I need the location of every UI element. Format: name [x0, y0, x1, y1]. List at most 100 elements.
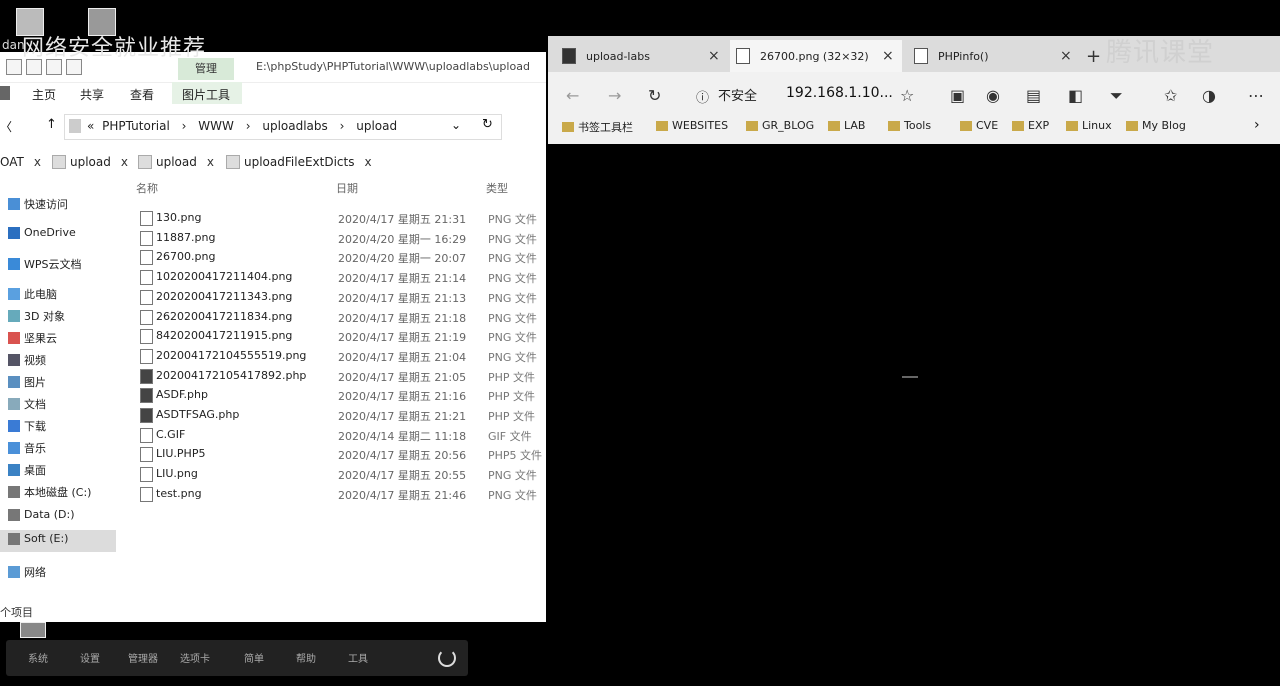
folder-tab[interactable]: OAT x	[0, 150, 41, 174]
close-icon[interactable]: x	[364, 155, 371, 169]
file-row[interactable]: C.GIF 2020/4/14 星期二 11:18 GIF 文件	[138, 425, 538, 445]
back-arrow-icon[interactable]: ←	[566, 86, 579, 105]
file-row[interactable]: 130.png 2020/4/17 星期五 21:31 PNG 文件	[138, 208, 538, 228]
breadcrumb-root[interactable]: «	[87, 119, 94, 133]
file-row[interactable]: test.png 2020/4/17 星期五 21:46 PNG 文件	[138, 484, 538, 504]
close-icon[interactable]: ×	[882, 48, 894, 64]
nav-videos[interactable]: 视频	[8, 352, 46, 368]
bookmark-folder[interactable]: WEBSITES	[656, 119, 728, 132]
file-row[interactable]: ASDTFSAG.php 2020/4/17 星期五 21:21 PHP 文件	[138, 405, 538, 425]
nav-this-pc[interactable]: 此电脑	[8, 286, 57, 302]
star-icon[interactable]: ☆	[900, 86, 914, 105]
nav-quick-access[interactable]: 快速访问	[8, 196, 68, 212]
file-row[interactable]: 202004172104555519.png 2020/4/17 星期五 21:0…	[138, 346, 538, 366]
bookmark-folder[interactable]: 书签工具栏	[562, 119, 633, 135]
breadcrumb-item-uploadlabs[interactable]: uploadlabs	[262, 119, 327, 133]
file-row[interactable]: LIU.PHP5 2020/4/17 星期五 20:56 PHP5 文件	[138, 444, 542, 464]
up-arrow-icon[interactable]: ↑	[46, 117, 57, 132]
forward-arrow-icon[interactable]: →	[608, 86, 621, 105]
nav-3d-objects[interactable]: 3D 对象	[8, 308, 65, 324]
zip-archive-icon[interactable]	[20, 622, 46, 638]
column-date[interactable]: 日期	[336, 180, 358, 196]
file-row[interactable]: 1020200417211404.png 2020/4/17 星期五 21:14 P…	[138, 267, 538, 287]
nav-wps-cloud[interactable]: WPS云文档	[8, 256, 82, 272]
launcher-item[interactable]: 工具	[348, 650, 368, 665]
browser-tab-image[interactable]: 26700.png (32×32) ×	[730, 40, 902, 72]
extension-icon[interactable]: ▣	[950, 86, 965, 105]
bookmark-folder[interactable]: Linux	[1066, 119, 1112, 132]
extension-icon[interactable]: ◧	[1068, 86, 1083, 105]
avatar[interactable]: ◑	[1202, 86, 1216, 105]
browser-tab-phpinfo[interactable]: PHPinfo() ×	[908, 40, 1078, 72]
chevron-down-icon[interactable]: ⌄	[451, 118, 461, 132]
extension-icon[interactable]: ◉	[986, 86, 1000, 105]
tab-share[interactable]: 共享	[80, 86, 104, 103]
folder-tab[interactable]: uploadFileExtDicts x	[226, 150, 372, 174]
bookmark-folder[interactable]: GR_BLOG	[746, 119, 814, 132]
file-row[interactable]: ASDF.php 2020/4/17 星期五 21:16 PHP 文件	[138, 385, 538, 405]
new-tab-button[interactable]: +	[1086, 46, 1101, 67]
browser-tab-upload-labs[interactable]: upload-labs ×	[556, 40, 726, 72]
power-icon[interactable]	[438, 649, 456, 667]
nav-documents[interactable]: 文档	[8, 396, 46, 412]
breadcrumb-item-upload[interactable]: upload	[356, 119, 397, 133]
file-type: PNG 文件	[488, 213, 537, 226]
ribbon-toggle-icon[interactable]	[0, 86, 10, 100]
bookmark-folder[interactable]: Tools	[888, 119, 931, 132]
folder-tab[interactable]: upload x	[52, 150, 128, 174]
close-icon[interactable]: ×	[1060, 48, 1072, 64]
column-type[interactable]: 类型	[486, 180, 508, 196]
close-icon[interactable]: x	[34, 155, 41, 169]
properties-icon[interactable]	[6, 59, 22, 75]
folder-tab[interactable]: upload x	[138, 150, 214, 174]
refresh-icon[interactable]: ↻	[482, 117, 493, 132]
breadcrumb-item-www[interactable]: WWW	[198, 119, 234, 133]
tab-view[interactable]: 查看	[130, 86, 154, 103]
file-row[interactable]: 2020200417211343.png 2020/4/17 星期五 21:13 P…	[138, 287, 538, 307]
file-row[interactable]: 2620200417211834.png 2020/4/17 星期五 21:18 P…	[138, 307, 538, 327]
more-icon[interactable]: ⋯	[1248, 86, 1264, 105]
launcher-item[interactable]: 管理器	[128, 650, 158, 665]
file-row[interactable]: LIU.png 2020/4/17 星期五 20:55 PNG 文件	[138, 464, 538, 484]
bookmark-folder[interactable]: CVE	[960, 119, 998, 132]
nav-drive-c[interactable]: 本地磁盘 (C:)	[8, 484, 91, 500]
nav-drive-e[interactable]: Soft (E:)	[8, 532, 68, 545]
bookmark-folder[interactable]: My Blog	[1126, 119, 1186, 132]
file-row[interactable]: 202004172105417892.php 2020/4/17 星期五 21:0…	[138, 366, 538, 386]
launcher-item[interactable]: 简单	[244, 650, 264, 665]
column-name[interactable]: 名称	[136, 180, 158, 196]
extension-icon[interactable]: ▤	[1026, 86, 1041, 105]
filter-icon[interactable]: ⏷	[1110, 86, 1123, 106]
favorites-icon[interactable]: ✩	[1164, 86, 1177, 105]
back-arrow-icon[interactable]: 〈	[0, 118, 12, 135]
nav-music[interactable]: 音乐	[8, 440, 46, 456]
launcher-item[interactable]: 选项卡	[180, 650, 210, 665]
security-status[interactable]: 不安全	[718, 85, 757, 104]
nav-drive-d[interactable]: Data (D:)	[8, 508, 75, 521]
launcher-item[interactable]: 设置	[80, 650, 100, 665]
close-icon[interactable]: x	[207, 155, 214, 169]
nav-jianguoyun[interactable]: 坚果云	[8, 330, 57, 346]
close-icon[interactable]: x	[121, 155, 128, 169]
address-bar[interactable]: « PHPTutorial › WWW › uploadlabs › uploa…	[64, 114, 502, 140]
nav-downloads[interactable]: 下载	[8, 418, 46, 434]
nav-onedrive[interactable]: OneDrive	[8, 226, 76, 239]
nav-pictures[interactable]: 图片	[8, 374, 46, 390]
url-field[interactable]: 192.168.1.10...	[786, 85, 893, 101]
bookmark-folder[interactable]: LAB	[828, 119, 865, 132]
launcher-item[interactable]: 帮助	[296, 650, 316, 665]
chevron-right-icon[interactable]: ›	[1254, 117, 1260, 133]
file-date: 2020/4/17 星期五 21:13	[338, 291, 467, 305]
nav-network[interactable]: 网络	[8, 564, 46, 580]
launcher-item[interactable]: 系统	[28, 650, 48, 665]
refresh-icon[interactable]: ↻	[648, 86, 661, 105]
file-row[interactable]: 26700.png 2020/4/20 星期一 20:07 PNG 文件	[138, 247, 538, 267]
close-icon[interactable]: ×	[708, 48, 720, 64]
nav-desktop[interactable]: 桌面	[8, 462, 46, 478]
file-row[interactable]: 11887.png 2020/4/20 星期一 16:29 PNG 文件	[138, 228, 538, 248]
breadcrumb-item-phptutorial[interactable]: PHPTutorial	[102, 119, 170, 133]
tab-home[interactable]: 主页	[32, 86, 56, 103]
tab-picture-tools[interactable]: 图片工具	[182, 86, 230, 103]
bookmark-folder[interactable]: EXP	[1012, 119, 1049, 132]
file-row[interactable]: 8420200417211915.png 2020/4/17 星期五 21:19 P…	[138, 326, 538, 346]
